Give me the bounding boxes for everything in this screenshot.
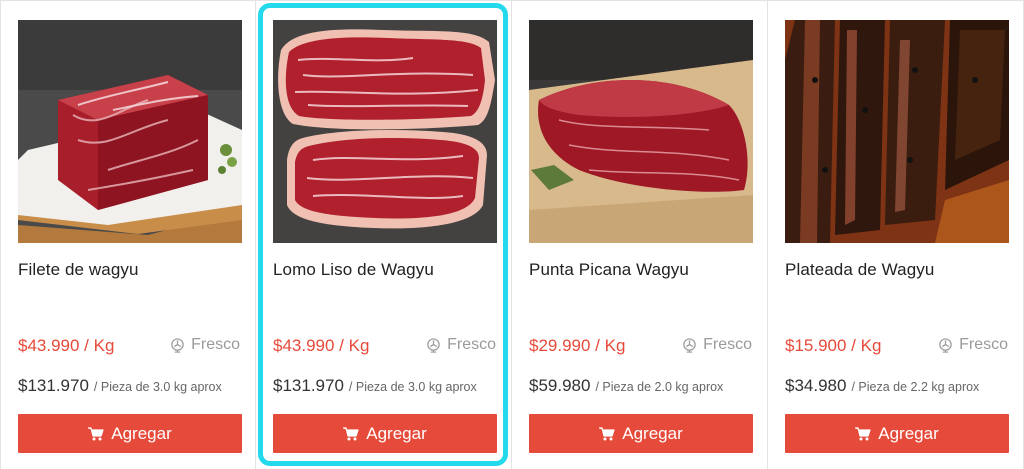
freshness-label: Fresco: [959, 336, 1008, 353]
product-card-selected[interactable]: Lomo Liso de Wagyu $43.990 / Kg Fresco $…: [256, 1, 512, 469]
wagyu-fillet-image: [18, 20, 242, 243]
fan-icon: [683, 337, 696, 353]
cart-icon: [855, 426, 871, 440]
freshness-label: Fresco: [447, 336, 496, 353]
piece-price: $34.980 / Pieza de 2.2 kg aprox: [785, 376, 979, 396]
product-name[interactable]: Plateada de Wagyu: [785, 260, 934, 280]
product-card[interactable]: Filete de wagyu $43.990 / Kg Fresco $131…: [0, 1, 256, 469]
add-button-label: Agregar: [622, 423, 683, 443]
wagyu-striploin-image: [273, 20, 497, 243]
piece-price: $59.980 / Pieza de 2.0 kg aprox: [529, 376, 723, 396]
wagyu-picanha-image: [529, 20, 753, 243]
piece-price: $131.970 / Pieza de 3.0 kg aprox: [18, 376, 222, 396]
product-card[interactable]: Plateada de Wagyu $15.900 / Kg Fresco $3…: [768, 1, 1024, 469]
add-button-label: Agregar: [878, 423, 939, 443]
fan-icon: [171, 337, 184, 353]
freshness-badge: Fresco: [682, 336, 752, 354]
wagyu-plateada-image: [785, 20, 1009, 243]
product-image-picanha[interactable]: [529, 20, 753, 243]
add-button-label: Agregar: [366, 423, 427, 443]
add-button-label: Agregar: [111, 423, 172, 443]
add-to-cart-button[interactable]: Agregar: [273, 414, 497, 453]
add-to-cart-button[interactable]: Agregar: [18, 414, 242, 453]
piece-price-note: / Pieza de 3.0 kg aprox: [348, 380, 477, 394]
fan-icon: [427, 337, 440, 353]
cart-icon: [599, 426, 615, 440]
price-per-kg: $43.990 / Kg: [18, 336, 115, 355]
product-image-fillet[interactable]: [18, 20, 242, 243]
freshness-badge: Fresco: [938, 336, 1008, 354]
freshness-badge: Fresco: [170, 336, 240, 354]
product-image-striploin[interactable]: [273, 20, 497, 243]
product-card[interactable]: Punta Picana Wagyu $29.990 / Kg Fresco $…: [512, 1, 768, 469]
piece-price-amount: $131.970: [18, 376, 89, 395]
product-image-plateada[interactable]: [785, 20, 1009, 243]
product-grid: Filete de wagyu $43.990 / Kg Fresco $131…: [0, 0, 1024, 469]
piece-price-amount: $34.980: [785, 376, 847, 395]
product-name[interactable]: Punta Picana Wagyu: [529, 260, 689, 280]
fan-icon: [939, 337, 952, 353]
add-to-cart-button[interactable]: Agregar: [529, 414, 753, 453]
freshness-label: Fresco: [703, 336, 752, 353]
price-per-kg: $29.990 / Kg: [529, 336, 626, 355]
piece-price-note: / Pieza de 3.0 kg aprox: [93, 380, 222, 394]
add-to-cart-button[interactable]: Agregar: [785, 414, 1009, 453]
cart-icon: [343, 426, 359, 440]
piece-price: $131.970 / Pieza de 3.0 kg aprox: [273, 376, 477, 396]
freshness-badge: Fresco: [426, 336, 496, 354]
piece-price-note: / Pieza de 2.0 kg aprox: [595, 380, 724, 394]
cart-icon: [88, 426, 104, 440]
piece-price-amount: $59.980: [529, 376, 591, 395]
freshness-label: Fresco: [191, 336, 240, 353]
price-per-kg: $15.900 / Kg: [785, 336, 882, 355]
piece-price-note: / Pieza de 2.2 kg aprox: [851, 380, 980, 394]
product-name[interactable]: Filete de wagyu: [18, 260, 139, 280]
piece-price-amount: $131.970: [273, 376, 344, 395]
price-per-kg: $43.990 / Kg: [273, 336, 370, 355]
product-name[interactable]: Lomo Liso de Wagyu: [273, 260, 434, 280]
